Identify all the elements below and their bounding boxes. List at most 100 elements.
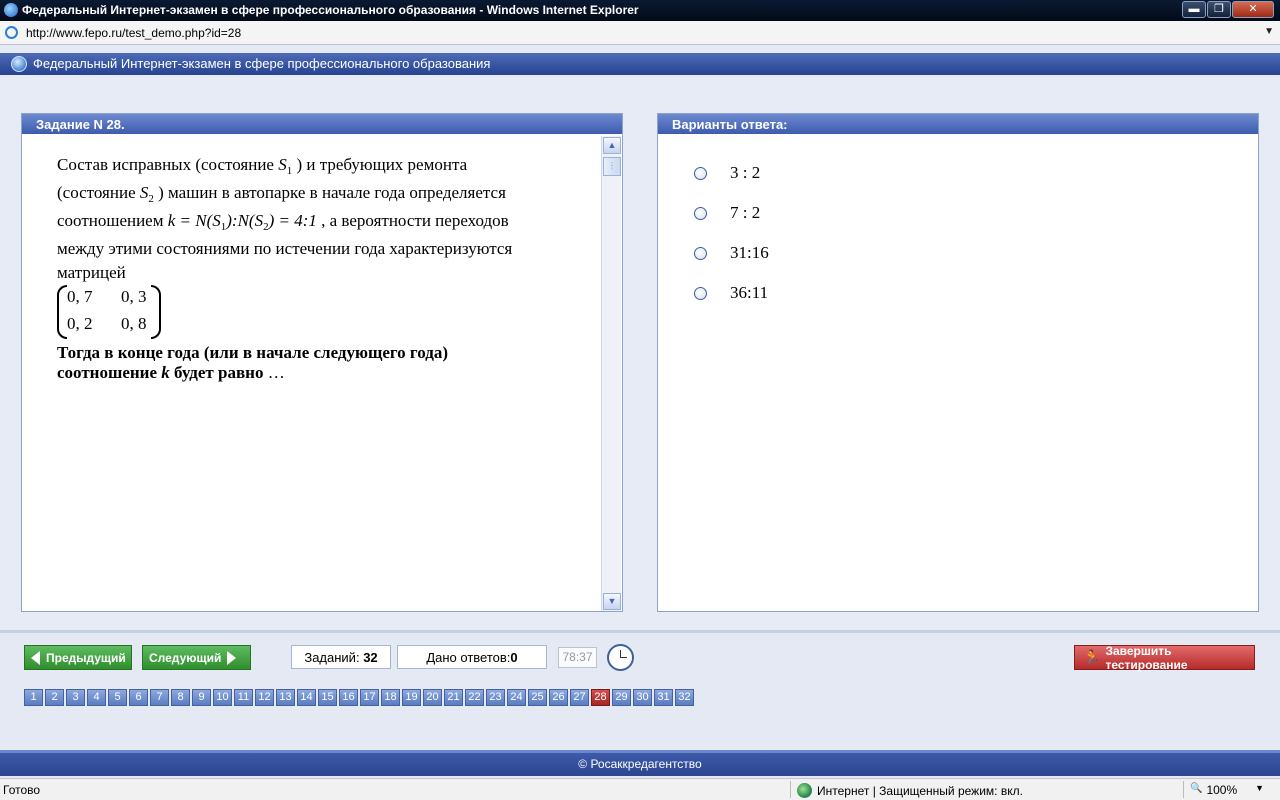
- zoom-dropdown-icon[interactable]: ▼: [1255, 783, 1264, 797]
- question-number-button[interactable]: 29: [612, 689, 631, 706]
- arrow-right-icon: [227, 650, 237, 665]
- question-number-button[interactable]: 26: [549, 689, 568, 706]
- question-number-button[interactable]: 14: [297, 689, 316, 706]
- math-letter: S: [278, 155, 287, 174]
- answer-label[interactable]: 31:16: [730, 242, 769, 264]
- zoom-icon: 🔍: [1190, 783, 1203, 794]
- matrix-cell: 0, 8: [121, 314, 147, 333]
- answer-option[interactable]: 36:11: [694, 282, 769, 322]
- radio-button[interactable]: [694, 207, 707, 220]
- question-number-button[interactable]: 24: [507, 689, 526, 706]
- radio-button[interactable]: [694, 287, 707, 300]
- question-scrollbar[interactable]: ▲ ⋮ ▼: [601, 136, 621, 611]
- tasks-label: Заданий:: [304, 649, 360, 665]
- question-number-button[interactable]: 19: [402, 689, 421, 706]
- internet-zone-icon: [797, 783, 812, 798]
- answer-label[interactable]: 3 : 2: [730, 162, 760, 184]
- question-number-button[interactable]: 1: [24, 689, 43, 706]
- question-number-button[interactable]: 25: [528, 689, 547, 706]
- math-subscript: 1: [286, 165, 293, 177]
- previous-button[interactable]: Предыдущий: [24, 645, 132, 670]
- question-number-button[interactable]: 21: [444, 689, 463, 706]
- text-segment: Состав исправных (состояние: [57, 155, 279, 174]
- text-segment: ) машин в автопарке в начале года опреде…: [158, 183, 506, 202]
- answer-option[interactable]: 3 : 2: [694, 162, 769, 202]
- question-line: Состав исправных (состояние S1 ) и требу…: [57, 151, 577, 179]
- math-part: k = N(S: [167, 211, 221, 230]
- answered-label: Дано ответов:: [426, 649, 511, 665]
- answer-option[interactable]: 7 : 2: [694, 202, 769, 242]
- question-number-button[interactable]: 10: [213, 689, 232, 706]
- minimize-button[interactable]: ▬: [1182, 1, 1206, 18]
- radio-button[interactable]: [694, 247, 707, 260]
- window-title: Федеральный Интернет-экзамен в сфере про…: [22, 3, 639, 17]
- navigation-bar: Предыдущий Следующий Заданий: 32 Дано от…: [0, 630, 1280, 750]
- question-number-button[interactable]: 15: [318, 689, 337, 706]
- question-prompt: Тогда в конце года (или в начале следующ…: [57, 343, 448, 362]
- question-number-button[interactable]: 6: [129, 689, 148, 706]
- security-zone[interactable]: Интернет | Защищенный режим: вкл.: [797, 783, 1023, 798]
- question-line: соотношением k = N(S1):N(S2) = 4:1 , а в…: [57, 207, 577, 235]
- question-number-button[interactable]: 30: [633, 689, 652, 706]
- question-number-button[interactable]: 5: [108, 689, 127, 706]
- question-number-button[interactable]: 12: [255, 689, 274, 706]
- question-number-button[interactable]: 27: [570, 689, 589, 706]
- state-s2: S2: [140, 183, 154, 205]
- question-number-button[interactable]: 7: [150, 689, 169, 706]
- matrix-right-paren: [151, 285, 161, 339]
- text-segment: , а вероятности переходов: [321, 211, 509, 230]
- arrow-left-icon: [31, 650, 40, 665]
- question-number-button[interactable]: 3: [66, 689, 85, 706]
- next-button[interactable]: Следующий: [142, 645, 251, 670]
- question-number-button[interactable]: 4: [87, 689, 106, 706]
- matrix-left-paren: [57, 285, 67, 339]
- text-segment: соотношением: [57, 211, 168, 230]
- question-number-button[interactable]: 32: [675, 689, 694, 706]
- finish-test-button[interactable]: 🏃 Завершить тестирование: [1074, 644, 1255, 672]
- question-number-button[interactable]: 31: [654, 689, 673, 706]
- question-number-button[interactable]: 18: [381, 689, 400, 706]
- question-number-button[interactable]: 2: [45, 689, 64, 706]
- answer-label[interactable]: 36:11: [730, 282, 768, 304]
- answers-heading: Варианты ответа:: [658, 114, 1258, 134]
- text-segment: ) и требующих ремонта: [296, 155, 468, 174]
- question-number-button[interactable]: 9: [192, 689, 211, 706]
- maximize-button[interactable]: ❐: [1207, 1, 1231, 18]
- close-button[interactable]: ✕: [1232, 1, 1274, 18]
- question-number-button[interactable]: 17: [360, 689, 379, 706]
- question-number-button[interactable]: 11: [234, 689, 253, 706]
- clock-icon: [607, 644, 634, 671]
- question-number-button[interactable]: 23: [486, 689, 505, 706]
- answer-option[interactable]: 31:16: [694, 242, 769, 282]
- question-number-button[interactable]: 16: [339, 689, 358, 706]
- math-part: ):N(S: [226, 211, 264, 230]
- question-line: матрицей: [57, 263, 126, 282]
- answered-count-box: Дано ответов: 0: [397, 645, 547, 669]
- previous-label: Предыдущий: [46, 650, 126, 665]
- status-bar: Готово Интернет | Защищенный режим: вкл.…: [0, 778, 1280, 800]
- address-url[interactable]: http://www.fepo.ru/test_demo.php?id=28: [26, 26, 241, 40]
- zoom-control[interactable]: 🔍 100% ▼: [1190, 783, 1264, 797]
- question-number-button[interactable]: 13: [276, 689, 295, 706]
- address-dropdown-icon[interactable]: ▼: [1264, 26, 1274, 37]
- scroll-thumb[interactable]: ⋮: [603, 157, 621, 176]
- address-bar: http://www.fepo.ru/test_demo.php?id=28 ▼: [0, 21, 1280, 45]
- question-line: между этими состояниями по истечении год…: [57, 239, 513, 258]
- scroll-up-button[interactable]: ▲: [603, 137, 621, 154]
- question-number-button[interactable]: 8: [171, 689, 190, 706]
- question-number-button[interactable]: 20: [423, 689, 442, 706]
- answer-label[interactable]: 7 : 2: [730, 202, 760, 224]
- scroll-down-button[interactable]: ▼: [603, 593, 621, 610]
- question-number-button[interactable]: 22: [465, 689, 484, 706]
- question-heading: Задание N 28.: [22, 114, 622, 134]
- window-controls: ▬ ❐ ✕: [1182, 1, 1274, 18]
- app-header: Федеральный Интернет-экзамен в сфере про…: [0, 53, 1280, 75]
- math-part: ) = 4:1: [268, 211, 317, 230]
- question-number-button[interactable]: 28: [591, 689, 610, 706]
- transition-matrix: 0, 7 0, 3 0, 2 0, 8: [57, 285, 161, 339]
- question-text: Состав исправных (состояние S1 ) и требу…: [57, 151, 577, 383]
- ratio-formula: k = N(S1):N(S2) = 4:1: [167, 211, 317, 233]
- tasks-count-box: Заданий: 32: [291, 645, 391, 669]
- status-separator: [1183, 781, 1184, 798]
- radio-button[interactable]: [694, 167, 707, 180]
